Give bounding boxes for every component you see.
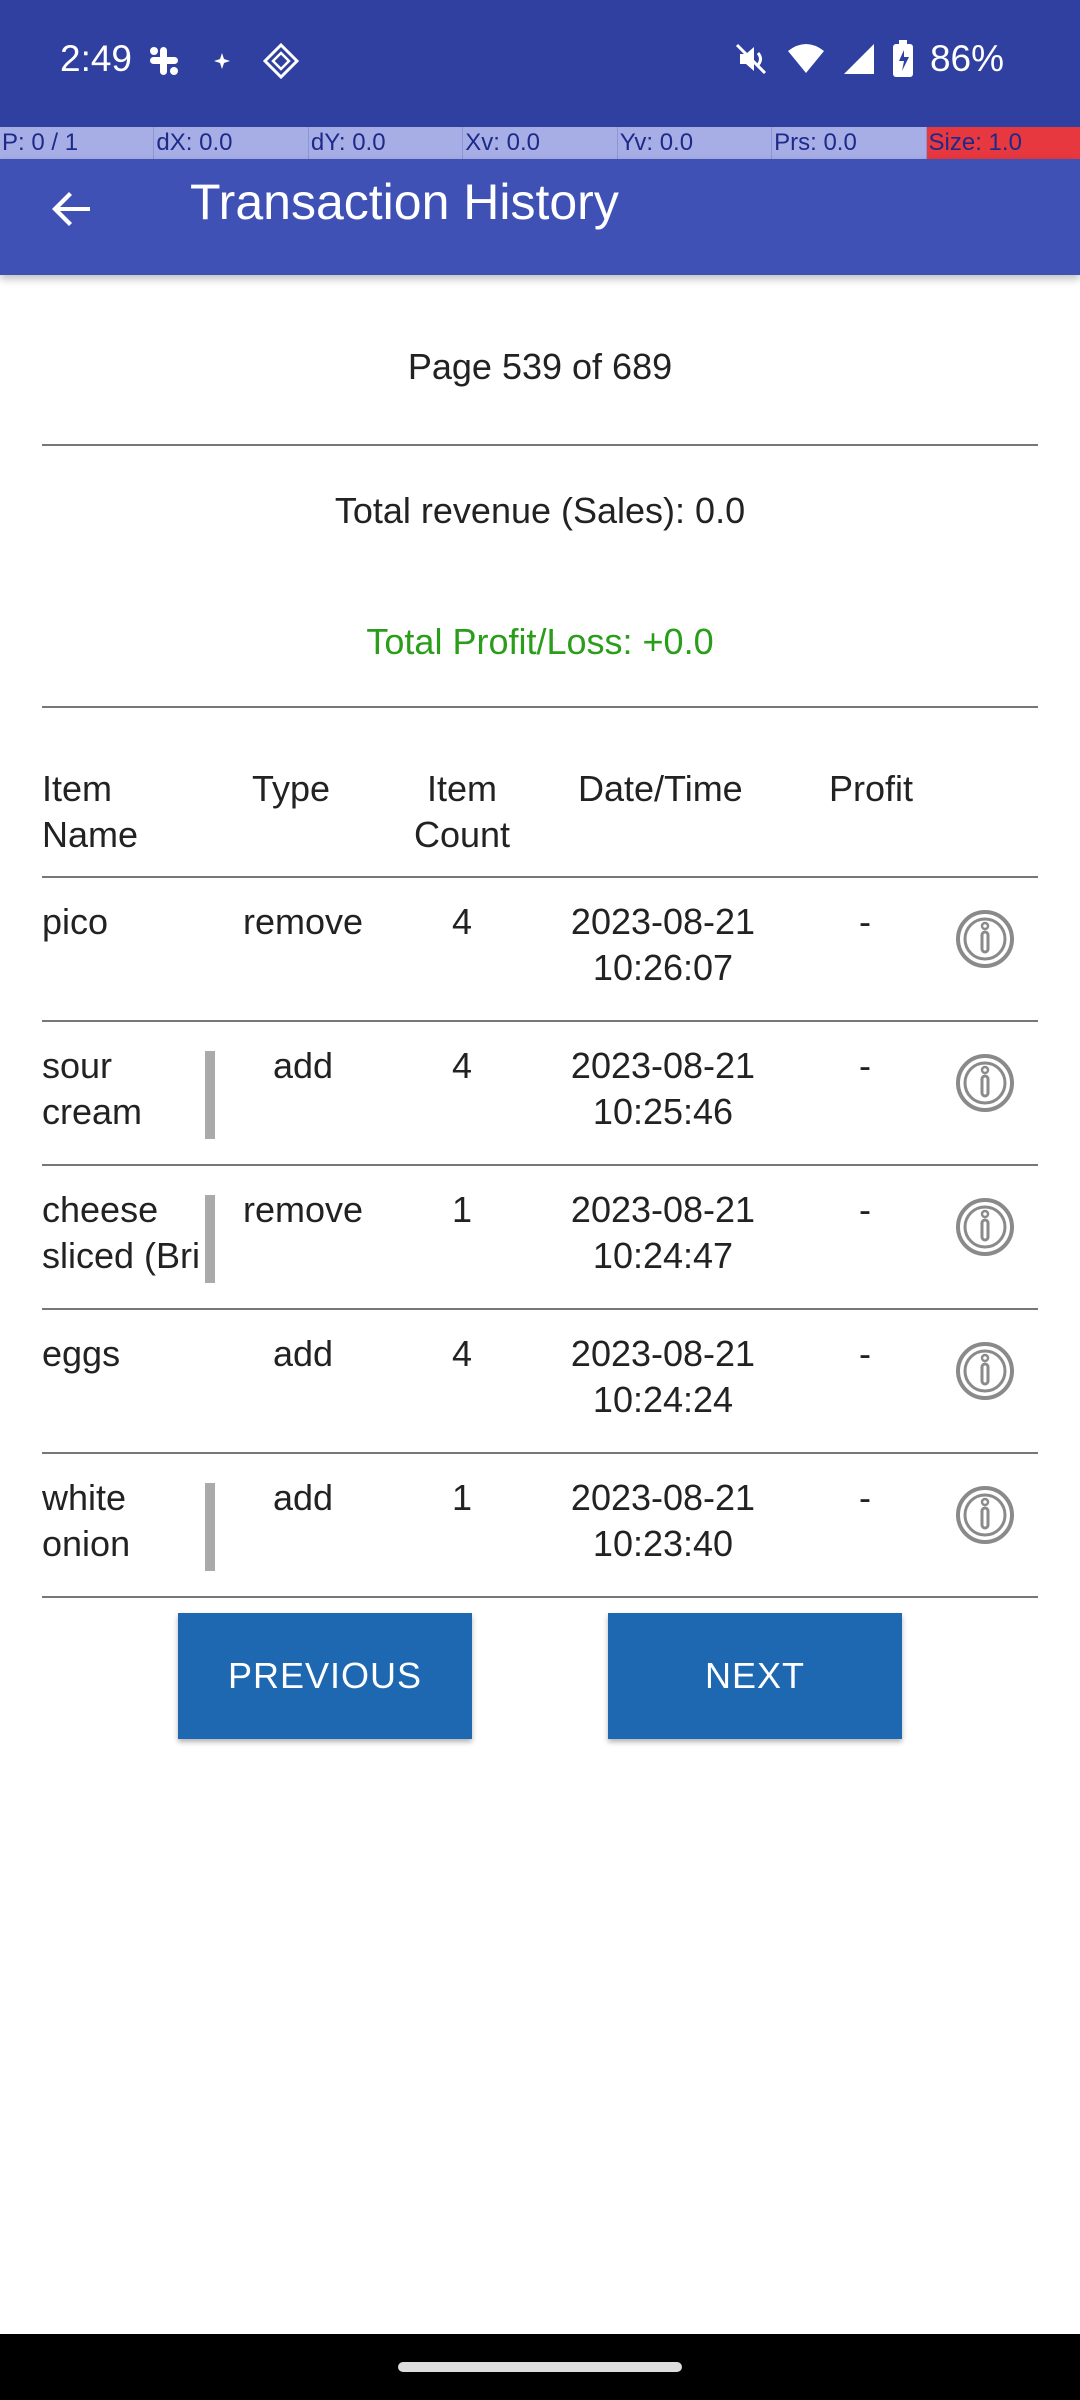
- status-system-icons: 86%: [732, 38, 1004, 80]
- status-notification-icons: [146, 42, 300, 80]
- slack-icon: [146, 43, 182, 79]
- row-item-name: sour cream: [42, 1045, 143, 1132]
- row-count: 4: [451, 1333, 473, 1374]
- info-button[interactable]: [955, 1053, 1015, 1113]
- system-nav-bar: [0, 2334, 1080, 2400]
- row-item-name: cheese sliced (Bri: [42, 1189, 201, 1276]
- info-icon: [956, 1054, 1014, 1112]
- info-icon: [956, 910, 1014, 968]
- page-title: Transaction History: [190, 174, 619, 230]
- divider: [42, 444, 1038, 446]
- page-indicator: Page 539 of 689: [407, 346, 673, 387]
- previous-button[interactable]: PREVIOUS: [178, 1613, 472, 1739]
- header-item-count-line2: Count: [413, 814, 511, 855]
- battery-icon: [892, 40, 914, 78]
- row-type: remove: [242, 901, 364, 942]
- signal-icon: [842, 42, 876, 76]
- header-item-name-line1: Item: [42, 768, 113, 809]
- total-profit-loss: Total Profit/Loss: +0.0: [366, 621, 714, 662]
- pointer-location-bar: P: 0 / 1 dX: 0.0 dY: 0.0 Xv: 0.0 Yv: 0.0…: [0, 127, 1080, 159]
- row-type: add: [272, 1477, 334, 1518]
- pointer-dx: dX: 0.0: [154, 127, 309, 159]
- header-item-name: Item Name: [42, 766, 138, 858]
- header-item-name-line2: Name: [42, 814, 139, 855]
- row-count: 1: [451, 1189, 473, 1230]
- table-row[interactable]: pico remove 4 2023-08-21 10:26:07 -: [0, 877, 1080, 1021]
- pointer-size: Size: 1.0: [926, 127, 1080, 159]
- row-item-name: pico: [42, 901, 109, 942]
- pointer-prs: Prs: 0.0: [772, 127, 927, 159]
- row-item-name: eggs: [42, 1333, 121, 1374]
- info-icon: [956, 1486, 1014, 1544]
- table-row[interactable]: white onion add 1 2023-08-21 10:23:40 -: [0, 1453, 1080, 1597]
- row-datetime: 2023-08-21 10:23:40: [570, 1477, 756, 1564]
- row-count: 4: [451, 1045, 473, 1086]
- wifi-icon: [786, 41, 826, 77]
- name-scroll-indicator: [205, 1483, 215, 1571]
- row-datetime: 2023-08-21 10:24:24: [570, 1333, 756, 1420]
- table-row[interactable]: eggs add 4 2023-08-21 10:24:24 -: [0, 1309, 1080, 1453]
- row-profit: -: [859, 1189, 871, 1230]
- info-button[interactable]: [955, 1485, 1015, 1545]
- info-button[interactable]: [955, 909, 1015, 969]
- row-count: 1: [451, 1477, 473, 1518]
- row-type: remove: [242, 1189, 364, 1230]
- home-gesture-handle[interactable]: [398, 2362, 682, 2372]
- pointer-dy: dY: 0.0: [308, 127, 464, 159]
- divider: [42, 1596, 1038, 1598]
- header-type: Type: [252, 768, 331, 809]
- diamond-app-icon: [262, 42, 300, 80]
- status-bar: 2:49 86%: [0, 0, 1080, 127]
- header-datetime: Date/Time: [578, 768, 743, 809]
- arrow-back-icon: [52, 192, 90, 226]
- back-button[interactable]: [42, 179, 102, 239]
- app-bar: Transaction History: [0, 159, 1080, 275]
- row-count: 4: [451, 901, 473, 942]
- row-datetime: 2023-08-21 10:24:47: [570, 1189, 756, 1276]
- table-row[interactable]: sour cream add 4 2023-08-21 10:25:46 -: [0, 1021, 1080, 1165]
- divider: [42, 706, 1038, 708]
- row-item-name: white onion: [42, 1477, 131, 1564]
- row-type: add: [272, 1045, 334, 1086]
- header-item-count-line1: Item: [426, 768, 497, 809]
- row-type: add: [272, 1333, 334, 1374]
- header-item-count: Item Count: [400, 766, 524, 858]
- sparkle-icon: [212, 51, 232, 71]
- info-icon: [956, 1342, 1014, 1400]
- info-button[interactable]: [955, 1341, 1015, 1401]
- info-icon: [956, 1198, 1014, 1256]
- mute-icon: [732, 40, 770, 78]
- pointer-p: P: 0 / 1: [0, 127, 155, 159]
- next-button[interactable]: NEXT: [608, 1613, 902, 1739]
- row-profit: -: [859, 1477, 871, 1518]
- battery-percent: 86%: [929, 38, 1004, 79]
- row-datetime: 2023-08-21 10:25:46: [570, 1045, 756, 1132]
- info-button[interactable]: [955, 1197, 1015, 1257]
- name-scroll-indicator: [205, 1195, 215, 1283]
- header-profit: Profit: [829, 768, 914, 809]
- row-profit: -: [859, 901, 871, 942]
- name-scroll-indicator: [205, 1051, 215, 1139]
- table-row[interactable]: cheese sliced (Bri remove 1 2023-08-21 10:…: [0, 1165, 1080, 1309]
- table-header: Item Name Type Item Count Date/Time Prof…: [0, 766, 1080, 876]
- row-profit: -: [859, 1333, 871, 1374]
- pointer-yv: Yv: 0.0: [617, 127, 773, 159]
- row-datetime: 2023-08-21 10:26:07: [570, 901, 756, 988]
- pointer-xv: Xv: 0.0: [463, 127, 618, 159]
- row-profit: -: [859, 1045, 871, 1086]
- total-revenue: Total revenue (Sales): 0.0: [334, 490, 746, 531]
- status-time: 2:49: [60, 38, 133, 79]
